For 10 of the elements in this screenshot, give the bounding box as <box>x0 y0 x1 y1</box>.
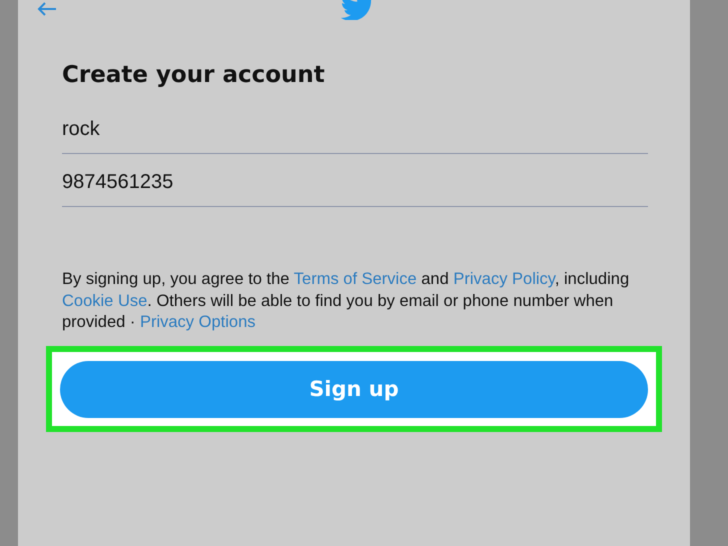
consent-text: By signing up, you agree to the Terms of Service and Privacy Policy, including Cookie Use. Others will be able to find you by email or phone number when provided · Privacy Options <box>62 269 630 333</box>
input-field[interactable]: rock <box>62 118 648 154</box>
form-heading: Create your account <box>62 62 326 88</box>
sign-up-button[interactable]: Sign up <box>60 360 648 418</box>
input-field[interactable]: 9874561235 <box>62 171 648 207</box>
consent-link[interactable]: Privacy Options <box>140 313 256 331</box>
consent-link[interactable]: Cookie Use <box>62 292 148 310</box>
consent-link[interactable]: Terms of Service <box>294 270 417 288</box>
consent-link[interactable]: Privacy Policy <box>453 270 555 288</box>
back-arrow-icon[interactable] <box>37 1 57 17</box>
